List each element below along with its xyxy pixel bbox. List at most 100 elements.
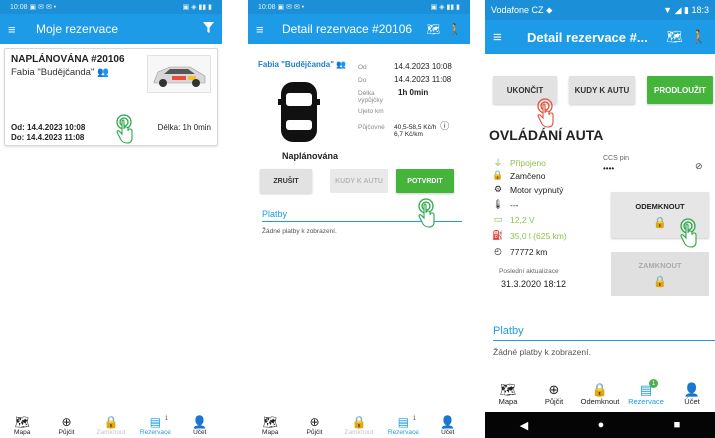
account-icon: 👤 bbox=[440, 415, 456, 429]
eye-off-icon[interactable]: ⊘ bbox=[695, 161, 703, 172]
nav-lock: 🔒 Zamknout bbox=[96, 415, 126, 436]
end-rental-button[interactable]: UKONČIT bbox=[493, 76, 557, 104]
app-bar: ≡ Detail rezervace #20106 🗺 🚶 bbox=[248, 14, 470, 44]
status-bar: Vodafone CZ ⬥ ▼ ◢ ▮ 18:3 bbox=[485, 0, 715, 20]
payments-empty: Žádné platby k zobrazení. bbox=[262, 228, 337, 235]
menu-icon[interactable]: ≡ bbox=[256, 23, 270, 36]
nav-reservations[interactable]: ▤ 1 Rezervace bbox=[624, 379, 668, 406]
bottom-navigation: 🗺 Mapa ⊕ Půjčit 🔒 Zamknout ▤ 1 Rezervace 👤 Úče… bbox=[248, 410, 470, 438]
status-icons: ▣ ✉ ✉ • bbox=[29, 4, 57, 11]
nav-rent[interactable]: ⊕ Půjčit bbox=[532, 382, 576, 407]
status-fuel: ⛽ 35,0 l (625 km) bbox=[492, 230, 567, 241]
walk-icon[interactable]: 🚶 bbox=[448, 23, 462, 36]
bottom-navigation: 🗺 Mapa ⊕ Půjčit 🔒 Odemknout ▤ 1 Rezervace 👤 Úč… bbox=[485, 376, 715, 408]
car-name: Fabia "Budějčanda" 👥 bbox=[258, 60, 347, 69]
lock-icon: 🔒 bbox=[492, 170, 504, 180]
where-to-car-button[interactable]: KUDY K AUTU bbox=[569, 76, 635, 104]
calendar-icon: ▤ 1 bbox=[397, 415, 417, 429]
ccs-pin-value: •••• bbox=[603, 164, 615, 173]
app-bar: ≡ Detail rezervace #... 🗺 🚶 bbox=[485, 20, 715, 54]
account-icon: 👤 bbox=[192, 415, 208, 429]
reservation-card[interactable]: NAPLÁNOVÁNA #20106 Fabia "Budějčanda" 👥 … bbox=[4, 48, 218, 146]
calendar-icon: ▤ 1 bbox=[640, 379, 659, 397]
nav-account[interactable]: 👤 Účet bbox=[430, 415, 466, 436]
reservation-duration: Délka: 1h 0min bbox=[157, 123, 211, 132]
recents-icon[interactable]: ■ bbox=[674, 419, 681, 431]
nav-map[interactable]: 🗺 Mapa bbox=[486, 382, 530, 407]
map-icon: 🗺 bbox=[262, 415, 278, 429]
nav-rent[interactable]: ⊕ Půjčit bbox=[49, 415, 85, 436]
status-time: 10:08 bbox=[10, 4, 28, 11]
lock-icon: 🔒 bbox=[653, 275, 667, 288]
nav-account[interactable]: 👤 Účet bbox=[182, 415, 218, 436]
reservation-state: Naplánována bbox=[282, 151, 339, 161]
engine-icon: ⚙ bbox=[493, 184, 503, 194]
menu-icon[interactable]: ≡ bbox=[493, 30, 507, 45]
page-title: Detail rezervace #... bbox=[527, 29, 648, 45]
car-control-title: OVLÁDÁNÍ AUTA bbox=[489, 127, 604, 143]
tap-indicator-icon bbox=[418, 198, 435, 228]
status-odometer: ◴ 77772 km bbox=[491, 246, 547, 257]
unlock-icon: 🔒 bbox=[653, 216, 667, 229]
calendar-icon: ▤ 1 bbox=[150, 415, 168, 429]
battery-icon: ▭ bbox=[493, 214, 503, 224]
nav-map[interactable]: 🗺 Mapa bbox=[252, 415, 288, 436]
extend-button[interactable]: PRODLOUŽIT bbox=[647, 76, 713, 104]
plus-circle-icon: ⊕ bbox=[61, 415, 72, 429]
location-icon: ⬥ bbox=[546, 4, 553, 15]
nav-rent[interactable]: ⊕ Půjčit bbox=[297, 415, 333, 436]
nav-unlock[interactable]: 🔒 Odemknout bbox=[578, 382, 622, 407]
nav-account[interactable]: 👤 Účet bbox=[670, 382, 714, 407]
payments-divider bbox=[493, 340, 715, 341]
signal-icons: ▼ ◢ ▮ bbox=[663, 4, 689, 15]
car-thumbnail bbox=[147, 55, 211, 93]
status-right-icons: ▣ ◈ ▮▮ ▮ bbox=[182, 4, 212, 11]
car-top-view-icon bbox=[278, 82, 320, 142]
unlock-icon: 🔒 bbox=[591, 382, 609, 397]
map-icon[interactable]: 🗺 bbox=[426, 23, 440, 36]
filter-icon[interactable] bbox=[203, 22, 214, 36]
lock-icon: 🔒 bbox=[103, 415, 119, 429]
nav-reservations[interactable]: ▤ 1 Rezervace bbox=[137, 415, 173, 436]
map-icon[interactable]: 🗺 bbox=[666, 29, 683, 45]
payments-divider bbox=[262, 221, 462, 222]
payments-title: Platby bbox=[493, 325, 524, 337]
unlock-button[interactable]: ODEMKNOUT 🔒 bbox=[611, 192, 709, 238]
account-icon: 👤 bbox=[683, 382, 701, 397]
menu-icon[interactable]: ≡ bbox=[8, 23, 22, 36]
status-locked: 🔒 Zamčeno bbox=[492, 170, 546, 181]
info-icon[interactable]: ⓘ bbox=[440, 119, 449, 132]
screen-reservation-detail: 10:08 ▣ ✉ ✉ • ▣ ◈ ▮▮ ▮ ≡ Detail rezervac… bbox=[248, 0, 470, 438]
walk-icon[interactable]: 🚶 bbox=[691, 29, 707, 45]
payments-title: Platby bbox=[262, 209, 288, 219]
plus-circle-icon: ⊕ bbox=[548, 382, 560, 397]
page-title: Detail rezervace #20106 bbox=[282, 22, 413, 36]
lock-button: ZAMKNOUT 🔒 bbox=[611, 252, 709, 296]
lock-icon: 🔒 bbox=[351, 415, 367, 429]
reservations-badge: 1 bbox=[164, 416, 169, 422]
app-bar: ≡ Moje rezervace bbox=[0, 14, 222, 44]
screen-my-reservations: 10:08 ▣ ✉ ✉ • ▣ ◈ ▮▮ ▮ ≡ Moje rezervace … bbox=[0, 0, 222, 438]
fuel-icon: ⛽ bbox=[492, 230, 504, 240]
people-icon: 👥 bbox=[96, 67, 109, 78]
ccs-pin-label: CCS pin bbox=[603, 155, 630, 162]
map-icon: 🗺 bbox=[499, 382, 517, 397]
status-bar: 10:08 ▣ ✉ ✉ • ▣ ◈ ▮▮ ▮ bbox=[0, 0, 222, 14]
back-icon[interactable]: ◀ bbox=[520, 419, 528, 432]
carrier-name: Vodafone CZ bbox=[491, 4, 544, 15]
reservations-badge: 1 bbox=[649, 379, 659, 388]
nav-map[interactable]: 🗺 Mapa bbox=[4, 415, 40, 436]
reservation-to: Do: 14.4.2023 11:08 bbox=[11, 133, 85, 142]
home-icon[interactable]: ● bbox=[598, 419, 605, 431]
status-engine: ⚙ Motor vypnutý bbox=[491, 184, 563, 195]
status-connected: ⏚ Připojeno bbox=[491, 156, 545, 169]
reservation-from: Od: 14.4.2023 10:08 bbox=[11, 123, 86, 132]
nav-lock: 🔒 Zamknout bbox=[344, 415, 374, 436]
bottom-navigation: 🗺 Mapa ⊕ Půjčit 🔒 Zamknout ▤ 1 Rezervace 👤 Úče… bbox=[0, 410, 222, 438]
nav-reservations[interactable]: ▤ 1 Rezervace bbox=[385, 415, 421, 436]
confirm-button[interactable]: POTVRDIT bbox=[396, 169, 454, 193]
cancel-button[interactable]: ZRUŠIT bbox=[260, 169, 312, 193]
plug-icon: ⏚ bbox=[493, 158, 503, 168]
speedometer-icon: ◴ bbox=[494, 246, 502, 256]
page-title: Moje rezervace bbox=[36, 22, 119, 36]
